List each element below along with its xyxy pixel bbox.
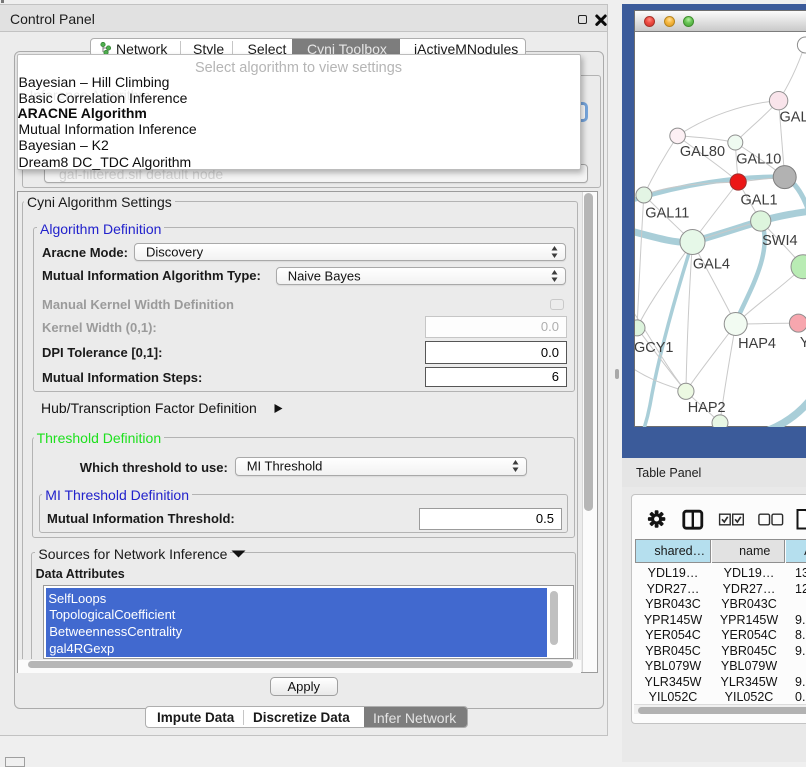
svg-text:GAL80: GAL80	[680, 144, 725, 160]
svg-text:GAL2: GAL2	[780, 110, 806, 126]
svg-text:GAL10: GAL10	[736, 151, 781, 167]
svg-text:GAL1: GAL1	[741, 193, 778, 209]
svg-text:GAL11: GAL11	[645, 206, 689, 222]
svg-text:SWI4: SWI4	[762, 233, 797, 249]
svg-text:HAP4: HAP4	[738, 336, 776, 352]
svg-text:Y: Y	[800, 335, 806, 351]
svg-text:GAL4: GAL4	[693, 257, 730, 273]
svg-text:GCY1: GCY1	[635, 340, 674, 356]
svg-text:HAP2: HAP2	[688, 400, 726, 416]
